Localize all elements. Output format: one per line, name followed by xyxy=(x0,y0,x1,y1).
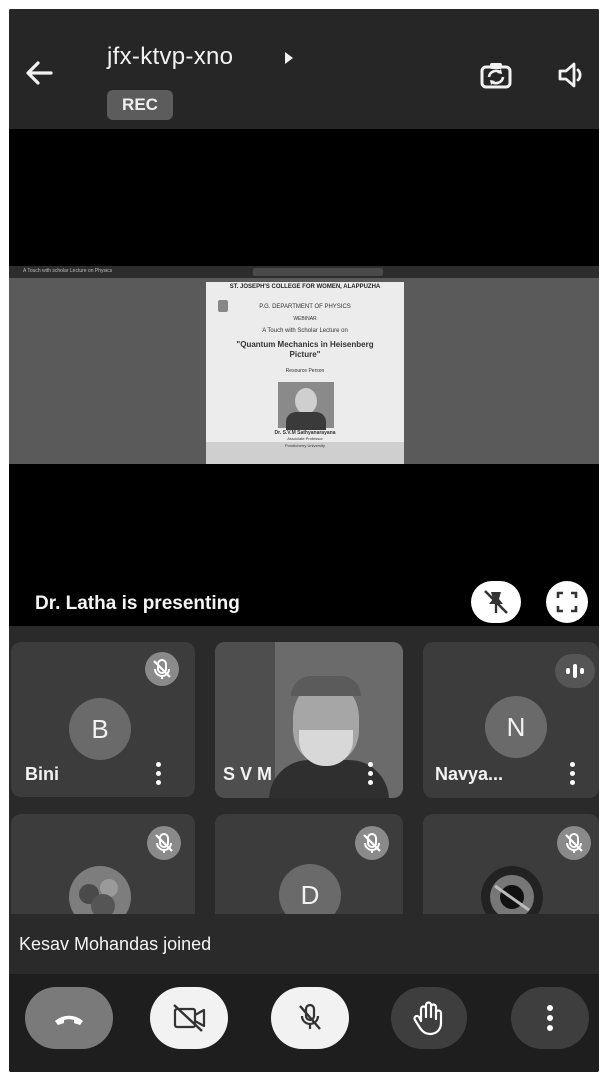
poster-series: WEBINAR xyxy=(293,316,317,322)
participant-tile-4[interactable] xyxy=(11,814,195,924)
poster-topic: "Quantum Mechanics in Heisenberg Picture… xyxy=(236,340,374,359)
slide-zoom-controls xyxy=(253,268,383,276)
poster-footer: Pondicherry University xyxy=(206,442,404,464)
call-controls xyxy=(9,974,599,1072)
participant-tile-d[interactable]: D xyxy=(215,814,403,924)
back-arrow-icon[interactable] xyxy=(23,59,55,87)
presenting-label: Dr. Latha is presenting xyxy=(35,593,240,614)
webinar-poster: ST. JOSEPH'S COLLEGE FOR WOMEN, ALAPPUZH… xyxy=(206,282,404,464)
poster-event: A Touch with Scholar Lecture on xyxy=(262,328,348,334)
mic-off-icon xyxy=(145,652,179,686)
rec-badge: REC xyxy=(107,90,173,120)
avatar: B xyxy=(69,698,131,760)
join-notification-text: Kesav Mohandas joined xyxy=(19,934,212,954)
more-options-button[interactable] xyxy=(511,987,589,1049)
speaker-icon[interactable] xyxy=(557,61,589,89)
slide-toolbar: A Touch with scholar Lecture on Physics xyxy=(9,266,599,278)
audio-level-icon xyxy=(555,654,595,688)
speaker-photo xyxy=(278,382,334,430)
participant-name: Navya... xyxy=(435,764,504,784)
participant-tile-navya[interactable]: N Navya... xyxy=(423,642,599,798)
slide-tab-title: A Touch with scholar Lecture on Physics xyxy=(23,268,113,274)
participant-tile-svm[interactable]: S V M xyxy=(215,642,403,798)
poster-resource-label: Resource Person xyxy=(285,368,325,374)
presentation-stage[interactable]: A Touch with scholar Lecture on Physics … xyxy=(9,129,599,626)
camera-off-button[interactable] xyxy=(150,987,228,1049)
end-call-button[interactable] xyxy=(25,987,113,1049)
more-vert-icon[interactable] xyxy=(569,762,575,786)
meeting-code[interactable]: jfx-ktvp-xno xyxy=(107,43,233,71)
poster-department: P.G. DEPARTMENT OF PHYSICS xyxy=(259,304,351,310)
mic-off-icon xyxy=(147,826,181,860)
switch-camera-icon[interactable] xyxy=(479,59,513,91)
avatar: N xyxy=(485,696,547,758)
top-bar: jfx-ktvp-xno REC xyxy=(9,9,599,129)
more-vert-icon[interactable] xyxy=(367,762,373,786)
participant-name: S V M xyxy=(223,764,273,784)
mic-off-button[interactable] xyxy=(271,987,349,1049)
unpin-button[interactable] xyxy=(471,581,521,623)
poster-college: ST. JOSEPH'S COLLEGE FOR WOMEN, ALAPPUZH… xyxy=(229,284,381,290)
shared-slide: A Touch with scholar Lecture on Physics … xyxy=(9,266,599,464)
join-notification: Kesav Mohandas joined xyxy=(9,914,599,974)
poster-speaker-role: Associate Professor xyxy=(287,436,323,441)
meet-screen: jfx-ktvp-xno REC A Touch with scholar Le… xyxy=(9,9,599,1072)
poster-affiliation: Pondicherry University xyxy=(284,443,325,448)
mic-off-icon xyxy=(355,826,389,860)
mic-off-icon xyxy=(557,826,591,860)
participant-tile-6[interactable] xyxy=(423,814,599,924)
participant-name: Bini xyxy=(25,764,59,784)
raise-hand-button[interactable] xyxy=(391,987,467,1049)
fullscreen-button[interactable] xyxy=(546,581,588,623)
participant-tile-bini[interactable]: B Bini xyxy=(11,642,195,797)
caret-right-icon[interactable] xyxy=(285,52,293,64)
more-vert-icon[interactable] xyxy=(155,762,161,786)
